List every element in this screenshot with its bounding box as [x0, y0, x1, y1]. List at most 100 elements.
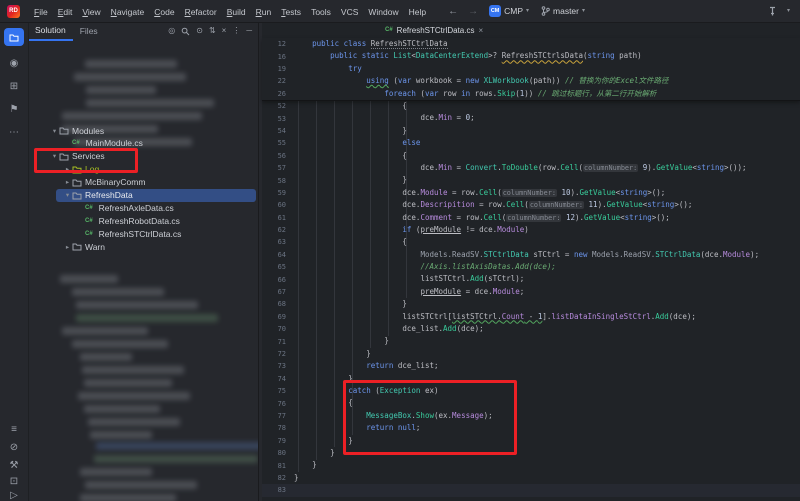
search-icon[interactable]: [181, 27, 190, 36]
tree-item-mainmodule-cs[interactable]: C#MainModule.cs: [63, 137, 143, 150]
more-icon[interactable]: ⋮: [232, 27, 240, 35]
line-number: 78: [262, 424, 294, 432]
line-number: 66: [262, 276, 294, 284]
more-icon[interactable]: ⋯: [4, 123, 24, 141]
tree-chevron-icon[interactable]: ▾: [63, 191, 72, 199]
collapse-all-icon[interactable]: ×: [222, 27, 227, 35]
tool-settings-icon[interactable]: [768, 6, 779, 17]
line-number: 12: [262, 40, 294, 48]
redacted-tree-item[interactable]: [96, 442, 258, 450]
tree-item-refreshrobotdata-cs[interactable]: C#RefreshRobotData.cs: [76, 214, 180, 227]
tree-chevron-icon[interactable]: ▸: [63, 243, 72, 251]
redacted-tree-item[interactable]: [84, 379, 172, 387]
redacted-tree-item[interactable]: [80, 468, 152, 476]
tree-item-services[interactable]: ▾Services: [50, 150, 105, 163]
redacted-tree-item[interactable]: [88, 418, 180, 426]
menu-build[interactable]: Build: [222, 7, 251, 17]
back-icon[interactable]: ←: [445, 6, 461, 17]
project-widget[interactable]: CM CMP ▾: [485, 3, 533, 19]
code-line-79: 79 }: [262, 435, 800, 447]
locate-icon[interactable]: ◎: [168, 27, 175, 35]
tree-item-label: Log: [85, 164, 99, 174]
tree-item-mcbinarycomm[interactable]: ▸McBinaryComm: [63, 176, 145, 189]
redacted-tree-item[interactable]: [86, 99, 214, 107]
code-line-26: 26 foreach (var row in rows.Skip(1)) // …: [262, 88, 800, 100]
menu-file[interactable]: File: [29, 7, 53, 17]
redacted-tree-item[interactable]: [72, 288, 164, 296]
line-number: 62: [262, 226, 294, 234]
redacted-tree-item[interactable]: [94, 455, 258, 463]
line-number: 65: [262, 263, 294, 271]
redacted-tree-item[interactable]: [82, 366, 184, 374]
tree-chevron-icon[interactable]: ▸: [63, 165, 72, 173]
tree-chevron-icon[interactable]: ▸: [63, 178, 72, 186]
tab-solution[interactable]: Solution: [28, 22, 73, 41]
line-number: 81: [262, 462, 294, 470]
branch-widget[interactable]: master ▾: [537, 4, 589, 18]
tree-item-log[interactable]: ▸ Log: [63, 163, 99, 176]
terminal-icon[interactable]: ≡: [4, 420, 24, 438]
structure-icon[interactable]: ⊞: [4, 77, 24, 95]
expand-all-icon[interactable]: ⇅: [209, 27, 216, 35]
line-number: 60: [262, 201, 294, 209]
tool-window-strip: ◉⊞⚑⋯≡⊘⚒⊡▷: [0, 22, 29, 501]
tree-chevron-icon[interactable]: ▾: [50, 127, 59, 135]
redacted-tree-item[interactable]: [76, 314, 218, 322]
menu-window[interactable]: Window: [363, 7, 403, 17]
forward-icon[interactable]: →: [465, 6, 481, 17]
redacted-tree-item[interactable]: [85, 60, 177, 68]
menu-navigate[interactable]: Navigate: [106, 7, 150, 17]
menu-run[interactable]: Run: [251, 7, 277, 17]
line-number: 70: [262, 325, 294, 333]
branch-name: master: [553, 6, 579, 16]
close-icon[interactable]: ×: [478, 26, 483, 35]
redacted-tree-item[interactable]: [62, 112, 202, 120]
tree-item-warn[interactable]: ▸Warn: [63, 240, 105, 253]
redacted-tree-item[interactable]: [62, 327, 148, 335]
menu-tests[interactable]: Tests: [276, 7, 306, 17]
chevron-down-icon[interactable]: ▾: [787, 8, 790, 14]
line-number: 68: [262, 300, 294, 308]
run-icon[interactable]: ▷: [4, 486, 24, 501]
redacted-tree-item[interactable]: [90, 431, 152, 439]
redacted-tree-item[interactable]: [76, 301, 198, 309]
chevron-down-icon: ▾: [582, 8, 585, 14]
menu-view[interactable]: View: [77, 7, 105, 17]
menu-vcs[interactable]: VCS: [336, 7, 363, 17]
profiler-icon[interactable]: ⊘: [4, 438, 24, 456]
menu-help[interactable]: Help: [404, 7, 431, 17]
tree-chevron-icon[interactable]: ▾: [50, 152, 59, 160]
redacted-tree-item[interactable]: [74, 73, 186, 81]
redacted-tree-item[interactable]: [80, 353, 132, 361]
redacted-tree-item[interactable]: [84, 405, 160, 413]
code-line-53: 53 dce.Min = 0;: [262, 112, 800, 124]
code-line-83: 83: [262, 484, 800, 496]
tab-files[interactable]: Files: [73, 23, 105, 40]
tree-item-refreshstctrldata-cs[interactable]: C#RefreshSTCtrlData.cs: [76, 227, 181, 240]
tree-item-modules[interactable]: ▾Modules: [50, 124, 104, 137]
tree-item-refreshaxledata-cs[interactable]: C#RefreshAxleData.cs: [76, 201, 174, 214]
chevron-down-icon: ▾: [526, 8, 529, 14]
code-line-60: 60 dce.Descripition = row.Cell(columnNum…: [262, 199, 800, 211]
redacted-tree-item[interactable]: [60, 275, 118, 283]
menu-refactor[interactable]: Refactor: [180, 7, 222, 17]
redacted-tree-item[interactable]: [85, 481, 197, 489]
scroll-from-source-icon[interactable]: ⊙: [196, 27, 203, 35]
redacted-tree-item[interactable]: [80, 494, 176, 501]
redacted-tree-item[interactable]: [86, 86, 156, 94]
commit-icon[interactable]: ◉: [4, 54, 24, 72]
redacted-tree-item[interactable]: [78, 392, 190, 400]
hide-icon[interactable]: ─: [246, 27, 252, 35]
redacted-tree-item[interactable]: [72, 340, 168, 348]
bookmarks-icon[interactable]: ⚑: [4, 100, 24, 118]
tree-item-refreshdata[interactable]: ▾RefreshData: [63, 189, 133, 202]
solution-tree[interactable]: ▾ModulesC#MainModule.cs▾Services ▸ Log ▸McB…: [28, 40, 258, 501]
csharp-file-icon: C#: [72, 140, 80, 146]
menu-code[interactable]: Code: [149, 7, 179, 17]
solution-icon[interactable]: [4, 28, 24, 46]
menu-edit[interactable]: Edit: [53, 7, 78, 17]
code-line-77: 77 MessageBox.Show(ex.Message);: [262, 410, 800, 422]
folder-icon: [59, 126, 69, 135]
code-editor[interactable]: C# RefreshSTCtrlData.cs × 12 public clas…: [262, 22, 800, 501]
menu-tools[interactable]: Tools: [306, 7, 336, 17]
